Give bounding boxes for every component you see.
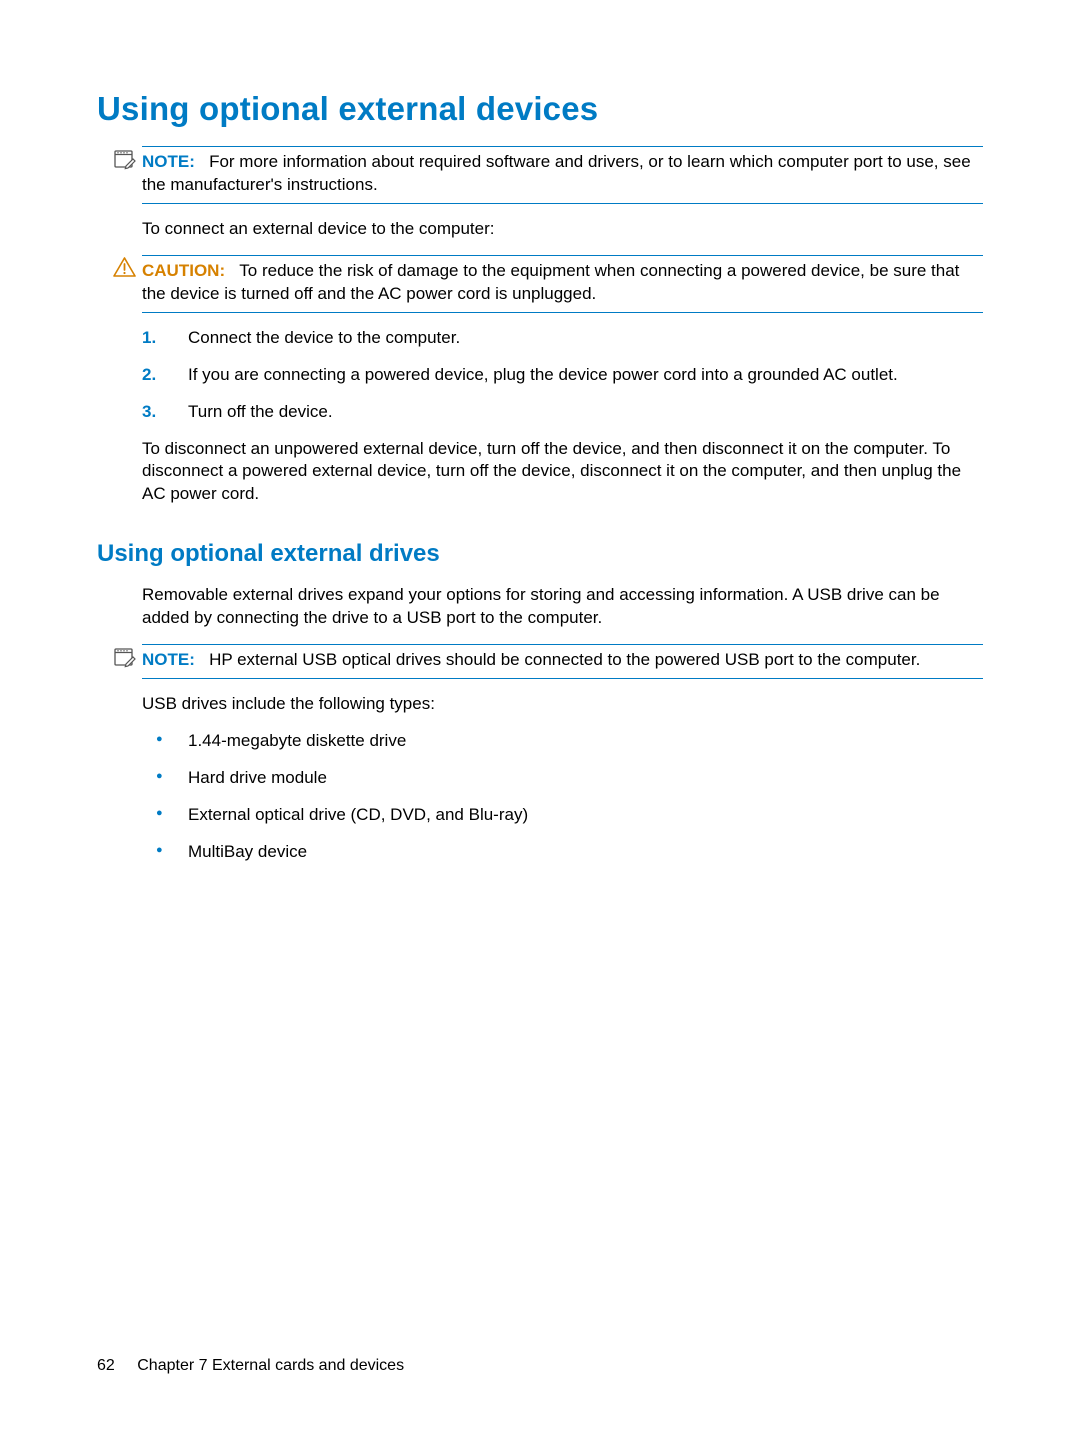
note-text: NOTE: For more information about require… bbox=[142, 152, 971, 194]
paragraph-intro: To connect an external device to the com… bbox=[142, 218, 983, 241]
note-block-1: NOTE: For more information about require… bbox=[142, 146, 983, 204]
caution-icon bbox=[113, 257, 139, 278]
page-footer: 62 Chapter 7 External cards and devices bbox=[97, 1357, 404, 1375]
caution-label: CAUTION: bbox=[142, 261, 225, 280]
paragraph-disconnect: To disconnect an unpowered external devi… bbox=[142, 438, 983, 507]
step-text: Connect the device to the computer. bbox=[188, 328, 460, 347]
step-item: 2. If you are connecting a powered devic… bbox=[142, 364, 983, 387]
list-item: Hard drive module bbox=[142, 767, 983, 790]
note-block-2: NOTE: HP external USB optical drives sho… bbox=[142, 644, 983, 679]
caution-text: CAUTION: To reduce the risk of damage to… bbox=[142, 261, 959, 303]
step-number: 3. bbox=[142, 401, 156, 424]
body-content: NOTE: For more information about require… bbox=[142, 146, 983, 506]
chapter-label: Chapter 7 External cards and devices bbox=[137, 1357, 404, 1374]
step-number: 2. bbox=[142, 364, 156, 387]
step-text: Turn off the device. bbox=[188, 402, 333, 421]
step-text: If you are connecting a powered device, … bbox=[188, 365, 898, 384]
page-number: 62 bbox=[97, 1357, 115, 1375]
note-label: NOTE: bbox=[142, 650, 195, 669]
note-body: For more information about required soft… bbox=[142, 152, 971, 194]
steps-list: 1. Connect the device to the computer. 2… bbox=[142, 327, 983, 424]
heading-2: Using optional external drives bbox=[97, 540, 983, 568]
paragraph-removable: Removable external drives expand your op… bbox=[142, 584, 983, 630]
heading-1: Using optional external devices bbox=[97, 90, 983, 128]
note-icon bbox=[113, 646, 139, 668]
note-icon bbox=[113, 148, 139, 170]
list-item: External optical drive (CD, DVD, and Blu… bbox=[142, 804, 983, 827]
caution-body: To reduce the risk of damage to the equi… bbox=[142, 261, 959, 303]
list-item: 1.44-megabyte diskette drive bbox=[142, 730, 983, 753]
caution-block: CAUTION: To reduce the risk of damage to… bbox=[142, 255, 983, 313]
step-number: 1. bbox=[142, 327, 156, 350]
paragraph-usb-types: USB drives include the following types: bbox=[142, 693, 983, 716]
list-item: MultiBay device bbox=[142, 841, 983, 864]
note-body: HP external USB optical drives should be… bbox=[209, 650, 920, 669]
body-content-2: Removable external drives expand your op… bbox=[142, 584, 983, 864]
page: Using optional external devices NOTE: Fo… bbox=[0, 0, 1080, 1437]
step-item: 1. Connect the device to the computer. bbox=[142, 327, 983, 350]
note-text: NOTE: HP external USB optical drives sho… bbox=[142, 650, 920, 669]
step-item: 3. Turn off the device. bbox=[142, 401, 983, 424]
note-label: NOTE: bbox=[142, 152, 195, 171]
bullet-list: 1.44-megabyte diskette drive Hard drive … bbox=[142, 730, 983, 864]
